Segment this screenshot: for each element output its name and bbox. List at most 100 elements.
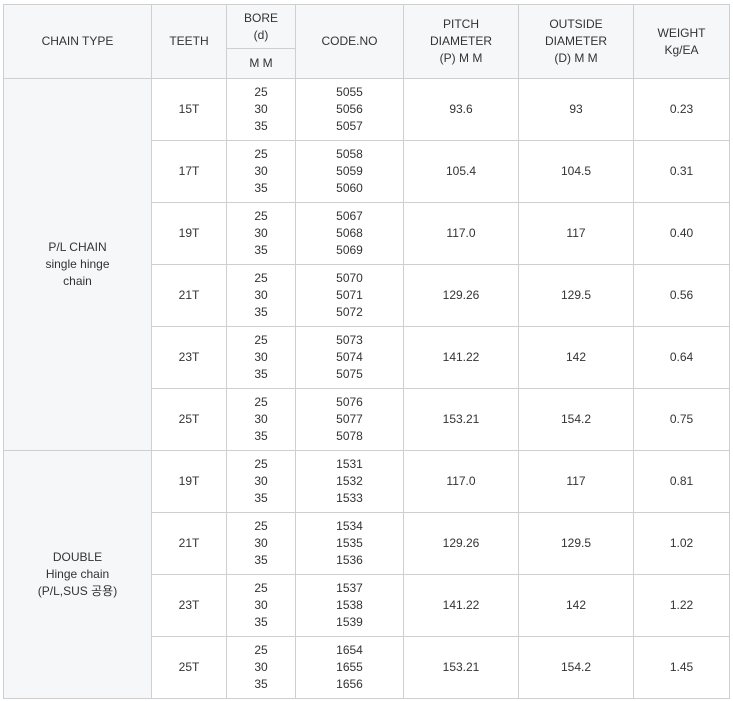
outside-diameter-cell: 129.5 <box>518 512 634 575</box>
bore-value: 35 <box>254 615 268 629</box>
header-outside-line: OUTSIDE <box>549 17 603 31</box>
code-value: 5059 <box>336 164 363 178</box>
code-value: 1538 <box>336 598 363 612</box>
code-value: 5067 <box>336 209 363 223</box>
pitch-diameter-cell: 153.21 <box>403 388 519 451</box>
code-value: 5056 <box>336 102 363 116</box>
outside-diameter-cell: 154.2 <box>518 636 634 699</box>
bore-value: 25 <box>254 147 268 161</box>
outside-diameter-cell: 142 <box>518 326 634 389</box>
bore-value: 35 <box>254 553 268 567</box>
header-bore-line: BORE <box>243 10 278 25</box>
header-weight: WEIGHT Kg/EA <box>633 4 730 79</box>
bore-cell: 25 30 35 <box>226 512 296 575</box>
teeth-cell: 25T <box>151 388 227 451</box>
code-value: 1655 <box>336 660 363 674</box>
bore-value: 30 <box>254 598 268 612</box>
code-value: 1539 <box>336 615 363 629</box>
chain-type-cell: DOUBLE Hinge chain (P/L,SUS 공용) <box>3 450 152 699</box>
chain-type-label-line: Hinge chain <box>45 567 110 581</box>
code-value: 1537 <box>336 581 363 595</box>
bore-value: 30 <box>254 536 268 550</box>
pitch-diameter-cell: 141.22 <box>403 326 519 389</box>
teeth-cell: 23T <box>151 326 227 389</box>
pitch-diameter-cell: 117.0 <box>403 202 519 265</box>
teeth-cell: 21T <box>151 264 227 327</box>
bore-value: 35 <box>254 181 268 195</box>
bore-value: 25 <box>254 333 268 347</box>
bore-value: 25 <box>254 85 268 99</box>
code-value: 5071 <box>336 288 363 302</box>
bore-cell: 25 30 35 <box>226 636 296 699</box>
code-cell: 5067 5068 5069 <box>295 202 404 265</box>
code-cell: 1531 1532 1533 <box>295 450 404 513</box>
teeth-cell: 23T <box>151 574 227 637</box>
header-outside-line: (D) M M <box>554 51 598 65</box>
header-teeth: TEETH <box>151 4 227 79</box>
bore-cell: 25 30 35 <box>226 78 296 141</box>
code-cell: 5055 5056 5057 <box>295 78 404 141</box>
table-body: P/L CHAIN single hinge chain 15T 25 30 35 5055 5… <box>3 78 730 699</box>
bore-value: 25 <box>254 209 268 223</box>
weight-cell: 0.40 <box>633 202 730 265</box>
header-pitch-line: DIAMETER <box>429 34 492 48</box>
chain-type-cell: P/L CHAIN single hinge chain <box>3 78 152 451</box>
table-header: CHAIN TYPE TEETH BORE (d) CODE.NO PITCH … <box>3 4 730 79</box>
pitch-diameter-cell: 129.26 <box>403 512 519 575</box>
bore-value: 30 <box>254 102 268 116</box>
teeth-cell: 17T <box>151 140 227 203</box>
bore-cell: 25 30 35 <box>226 140 296 203</box>
code-value: 1656 <box>336 677 363 691</box>
code-value: 5057 <box>336 119 363 133</box>
code-cell: 1537 1538 1539 <box>295 574 404 637</box>
weight-cell: 0.31 <box>633 140 730 203</box>
bore-value: 35 <box>254 429 268 443</box>
code-value: 1532 <box>336 474 363 488</box>
bore-value: 30 <box>254 660 268 674</box>
teeth-cell: 19T <box>151 450 227 513</box>
header-bore-line: (d) <box>253 27 269 42</box>
header-weight-line: WEIGHT <box>657 25 706 40</box>
teeth-cell: 19T <box>151 202 227 265</box>
pitch-diameter-cell: 93.6 <box>403 78 519 141</box>
code-value: 5070 <box>336 271 363 285</box>
outside-diameter-cell: 93 <box>518 78 634 141</box>
code-value: 5078 <box>336 429 363 443</box>
header-pitch-line: PITCH <box>443 17 479 31</box>
bore-value: 30 <box>254 164 268 178</box>
bore-value: 35 <box>254 491 268 505</box>
weight-cell: 1.45 <box>633 636 730 699</box>
chain-type-label-line: chain <box>63 274 92 288</box>
table-row: P/L CHAIN single hinge chain 15T 25 30 35 5055 5… <box>3 78 730 451</box>
code-cell: 5058 5059 5060 <box>295 140 404 203</box>
code-cell: 5073 5074 5075 <box>295 326 404 389</box>
bore-value: 30 <box>254 474 268 488</box>
weight-cell: 0.23 <box>633 78 730 141</box>
chain-type-label-line: single hinge <box>45 257 110 271</box>
header-bore: BORE (d) <box>226 4 296 49</box>
teeth-cell: 25T <box>151 636 227 699</box>
bore-cell: 25 30 35 <box>226 264 296 327</box>
pitch-diameter-cell: 117.0 <box>403 450 519 513</box>
bore-value: 30 <box>254 226 268 240</box>
header-pitch-line: (P) M M <box>439 51 483 65</box>
weight-cell: 0.75 <box>633 388 730 451</box>
code-value: 5075 <box>336 367 363 381</box>
bore-value: 35 <box>254 119 268 133</box>
bore-value: 25 <box>254 271 268 285</box>
code-value: 1534 <box>336 519 363 533</box>
bore-value: 35 <box>254 677 268 691</box>
code-value: 5077 <box>336 412 363 426</box>
chain-type-label-line: DOUBLE <box>52 550 103 564</box>
pitch-diameter-cell: 105.4 <box>403 140 519 203</box>
bore-value: 25 <box>254 519 268 533</box>
bore-cell: 25 30 35 <box>226 326 296 389</box>
teeth-cell: 21T <box>151 512 227 575</box>
code-value: 1536 <box>336 553 363 567</box>
weight-cell: 1.02 <box>633 512 730 575</box>
code-value: 1654 <box>336 643 363 657</box>
code-value: 5068 <box>336 226 363 240</box>
code-value: 5060 <box>336 181 363 195</box>
code-value: 1531 <box>336 457 363 471</box>
code-value: 5076 <box>336 395 363 409</box>
